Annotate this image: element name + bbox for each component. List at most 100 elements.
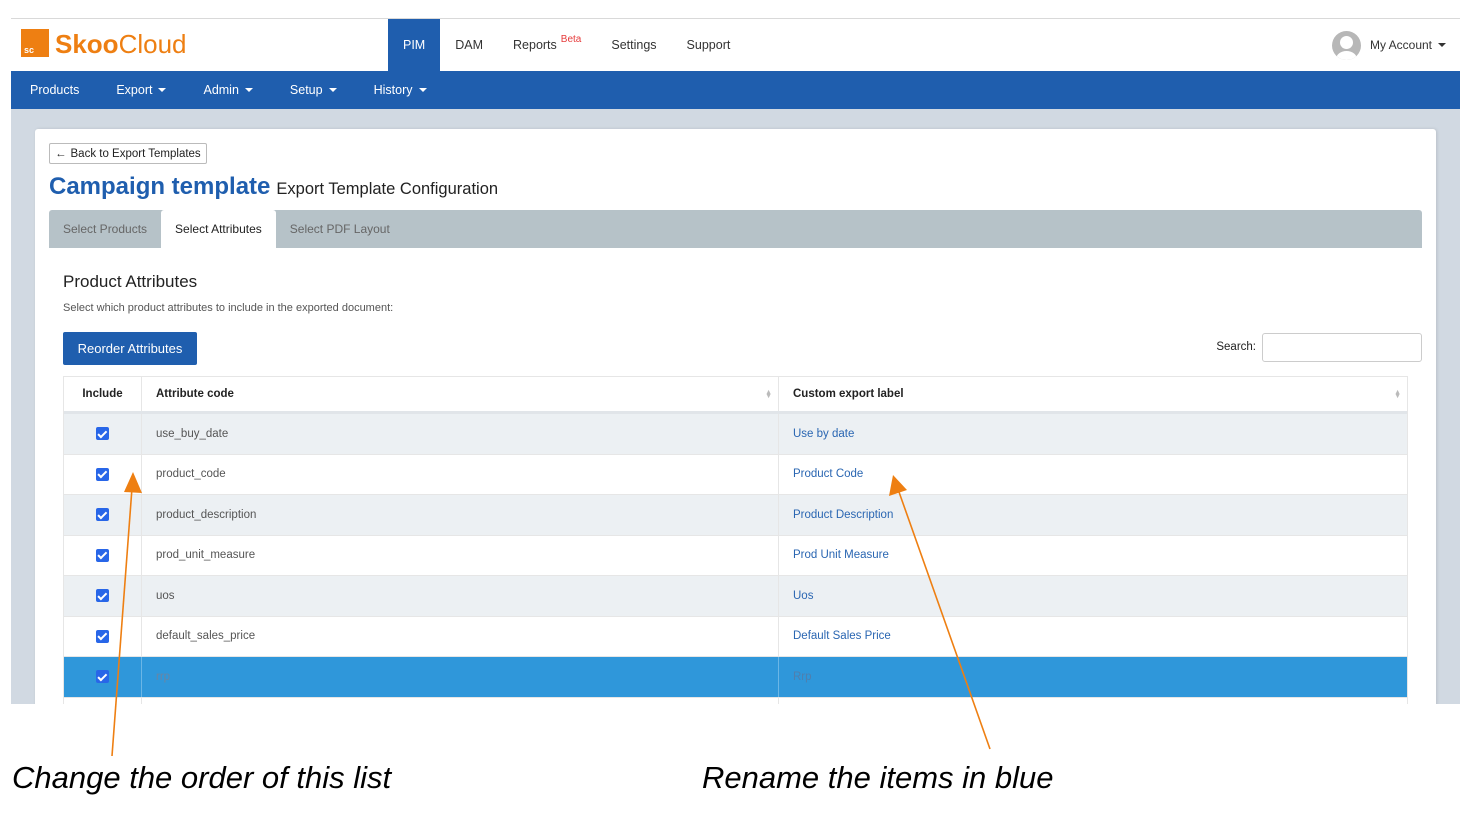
- column-header-label: Custom export label: [793, 388, 904, 400]
- tab-select-products[interactable]: Select Products: [49, 210, 161, 248]
- tab-label: Select PDF Layout: [289, 222, 390, 236]
- logo-text-regular: Cloud: [118, 29, 187, 59]
- sub-nav-setup[interactable]: Setup: [290, 83, 337, 97]
- top-nav: PIM DAM Reports Beta Settings Support: [388, 19, 745, 71]
- custom-label-editable[interactable]: Rrp: [779, 657, 1407, 697]
- include-cell: [64, 414, 142, 454]
- sub-nav-label: Export: [116, 83, 153, 97]
- beta-badge: Beta: [560, 33, 582, 45]
- template-name: Campaign template: [49, 173, 271, 200]
- chevron-down-icon: [328, 88, 337, 92]
- page-subtitle: Export Template Configuration: [276, 180, 499, 198]
- tab-select-pdf-layout[interactable]: Select PDF Layout: [276, 210, 404, 248]
- back-button-label: Back to Export Templates: [70, 147, 201, 160]
- top-nav-dam[interactable]: DAM: [440, 19, 498, 71]
- sub-nav-history[interactable]: History: [374, 83, 427, 97]
- table-row[interactable]: prod_unit_measure Prod Unit Measure: [64, 535, 1407, 576]
- sub-nav-label: Setup: [289, 83, 323, 97]
- column-header-custom-export-label[interactable]: Custom export label ▲ ▼: [779, 377, 1407, 411]
- sort-icon: ▲ ▼: [1394, 389, 1401, 400]
- attribute-code-cell: uos: [142, 576, 779, 616]
- logo-text: SkooCloud: [55, 31, 187, 57]
- attribute-code-cell: use_buy_date: [142, 414, 779, 454]
- table-row[interactable]: use_buy_date Use by date: [64, 414, 1407, 455]
- logo-mark-icon: sc: [21, 29, 49, 57]
- attribute-code-cell: product_description: [142, 495, 779, 535]
- content-card: ← Back to Export Templates Campaign temp…: [35, 129, 1436, 704]
- my-account-menu[interactable]: My Account: [1331, 19, 1446, 71]
- logo-text-bold: Skoo: [55, 29, 119, 59]
- sub-nav-export[interactable]: Export: [116, 83, 167, 97]
- attribute-code-cell: product_code: [142, 454, 779, 494]
- custom-label-editable[interactable]: Use by date: [779, 414, 1407, 454]
- column-header-include[interactable]: Include: [64, 377, 142, 411]
- include-cell: [64, 657, 142, 697]
- column-header-attribute-code[interactable]: Attribute code ▲ ▼: [142, 377, 779, 411]
- reorder-attributes-button[interactable]: Reorder Attributes: [63, 332, 197, 365]
- table-row[interactable]: default_sales_price Default Sales Price: [64, 616, 1407, 657]
- tab-bar: Select Products Select Attributes Select…: [49, 210, 1422, 248]
- annotation-rename-hint: Rename the items in blue: [702, 760, 1054, 795]
- my-account-label: My Account: [1369, 38, 1432, 52]
- custom-label-editable[interactable]: Default Sales Price: [779, 617, 1407, 657]
- sub-nav-admin[interactable]: Admin: [203, 83, 253, 97]
- custom-label-editable[interactable]: Prod Unit Measure: [779, 536, 1407, 576]
- top-nav-label: DAM: [455, 38, 484, 52]
- chevron-down-icon: [158, 88, 167, 92]
- top-nav-label: Settings: [611, 38, 657, 52]
- tab-select-attributes[interactable]: Select Attributes: [161, 210, 276, 248]
- custom-label-editable[interactable]: Uos: [779, 576, 1407, 616]
- table-row[interactable]: product_code Product Code: [64, 454, 1407, 495]
- top-nav-settings[interactable]: Settings: [596, 19, 671, 71]
- custom-label-editable[interactable]: [779, 698, 1407, 705]
- include-checkbox[interactable]: [96, 427, 109, 441]
- table-row[interactable]: [64, 697, 1407, 705]
- top-nav-reports[interactable]: Reports Beta: [498, 19, 596, 71]
- custom-label-editable[interactable]: Product Code: [779, 455, 1407, 495]
- skoocloud-logo[interactable]: sc SkooCloud: [21, 29, 187, 57]
- custom-label-editable[interactable]: Product Description: [779, 495, 1407, 535]
- include-cell: [64, 495, 142, 535]
- sub-nav-label: History: [373, 83, 413, 97]
- attribute-code-cell: default_sales_price: [142, 616, 779, 656]
- table-row-selected[interactable]: rrp Rrp: [64, 657, 1407, 698]
- include-cell: [64, 616, 142, 656]
- tab-label: Select Products: [63, 222, 148, 236]
- chevron-down-icon: [418, 88, 427, 92]
- search-input[interactable]: [1262, 333, 1422, 362]
- search-label: Search:: [1216, 341, 1256, 353]
- include-checkbox[interactable]: [96, 589, 109, 603]
- include-checkbox[interactable]: [96, 508, 109, 522]
- include-cell: [64, 535, 142, 575]
- top-header: sc SkooCloud PIM DAM Reports Beta Setting…: [11, 19, 1460, 71]
- chevron-down-icon: [244, 88, 253, 92]
- back-to-export-templates-button[interactable]: ← Back to Export Templates: [49, 143, 207, 164]
- column-header-label: Attribute code: [156, 388, 234, 400]
- table-header: Include Attribute code ▲ ▼ Custom export l…: [64, 377, 1407, 414]
- top-nav-label: PIM: [403, 38, 426, 52]
- top-nav-label: Support: [686, 38, 731, 52]
- avatar-icon: [1331, 30, 1361, 60]
- sub-nav-products[interactable]: Products: [30, 83, 79, 97]
- sub-nav-label: Admin: [203, 83, 239, 97]
- include-checkbox[interactable]: [96, 548, 109, 562]
- include-checkbox[interactable]: [96, 670, 109, 684]
- top-nav-pim[interactable]: PIM: [388, 19, 441, 71]
- include-checkbox[interactable]: [96, 467, 109, 481]
- top-nav-support[interactable]: Support: [672, 19, 746, 71]
- arrow-left-icon: ←: [55, 147, 67, 160]
- column-header-label: Include: [82, 388, 123, 400]
- sort-icon: ▲ ▼: [765, 389, 772, 400]
- app-window: sc SkooCloud PIM DAM Reports Beta Setting…: [11, 18, 1460, 704]
- annotation-reorder-hint: Change the order of this list: [12, 760, 392, 795]
- attribute-code-cell: [142, 697, 779, 704]
- chevron-down-icon: [1438, 43, 1446, 47]
- table-row[interactable]: uos Uos: [64, 576, 1407, 617]
- logo-mark-text: sc: [24, 45, 35, 55]
- include-cell: [64, 697, 142, 704]
- section-description: Select which product attributes to inclu…: [63, 302, 394, 314]
- include-checkbox[interactable]: [96, 629, 109, 643]
- include-cell: [64, 454, 142, 494]
- tab-label: Select Attributes: [175, 222, 262, 236]
- table-row[interactable]: product_description Product Description: [64, 495, 1407, 536]
